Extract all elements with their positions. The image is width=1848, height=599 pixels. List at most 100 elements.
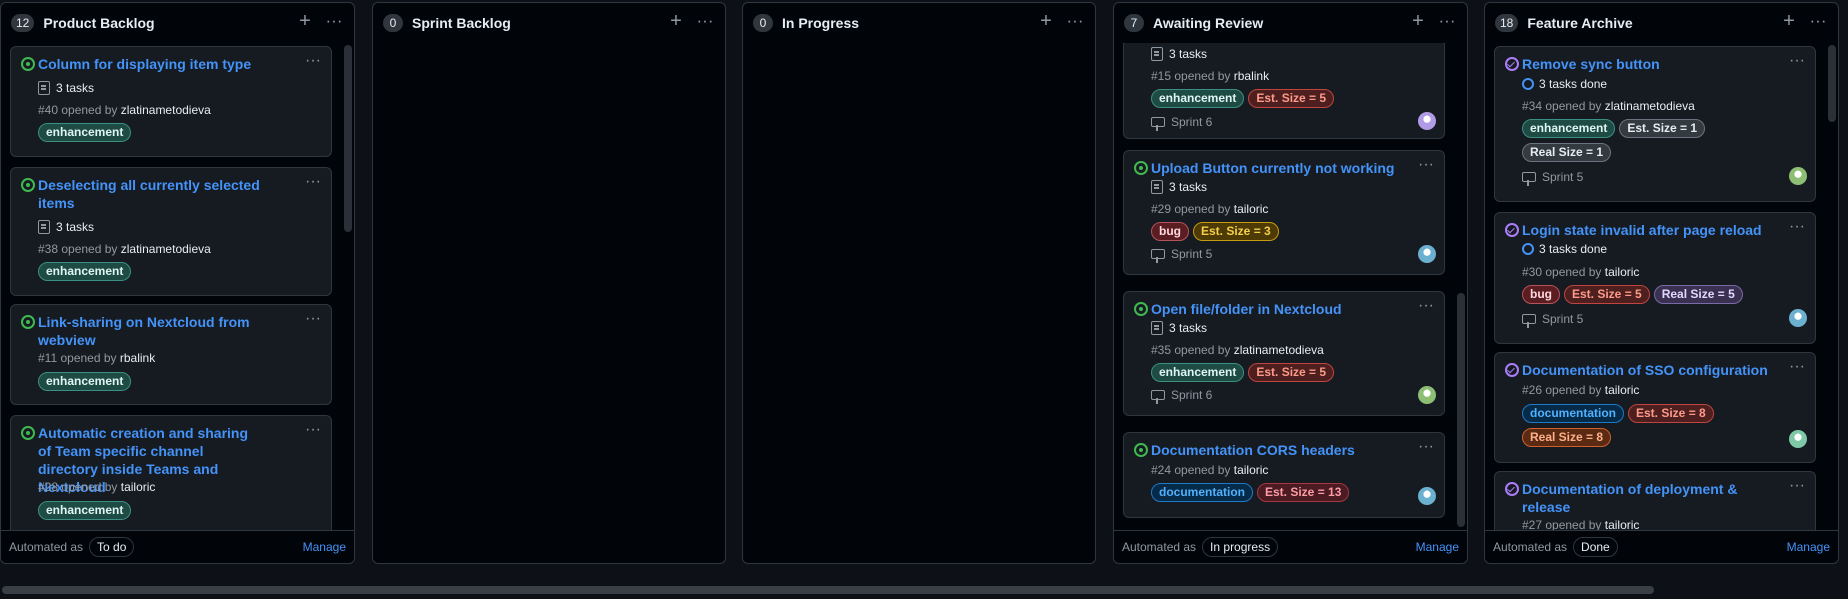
- label-enhancement[interactable]: enhancement: [38, 123, 132, 142]
- board-horizontal-scrollbar[interactable]: [2, 586, 1654, 594]
- add-card-icon[interactable]: +: [665, 11, 687, 33]
- card-title[interactable]: Remove sync button: [1522, 55, 1747, 73]
- label-real-size[interactable]: Real Size = 1: [1522, 143, 1612, 162]
- column-menu-icon[interactable]: ···: [1806, 11, 1830, 33]
- author-link[interactable]: rbalink: [120, 351, 155, 365]
- column-menu-icon[interactable]: ···: [1063, 11, 1087, 33]
- card-title[interactable]: Login state invalid after page reload: [1522, 221, 1772, 239]
- author-link[interactable]: zlatinametodieva: [1605, 99, 1695, 113]
- milestone-icon: [1151, 117, 1165, 131]
- card-menu-icon[interactable]: ···: [1418, 156, 1434, 174]
- author-link[interactable]: tailoric: [1234, 202, 1269, 216]
- assignee-avatar[interactable]: [1418, 245, 1436, 263]
- label-enhancement[interactable]: enhancement: [38, 501, 132, 520]
- card-title[interactable]: Upload Button currently not working: [1151, 159, 1401, 177]
- card-title[interactable]: Column for displaying item type: [38, 55, 263, 73]
- column-awaiting-review: 7 Awaiting Review + ··· 3 tasks #15 open…: [1113, 2, 1468, 564]
- card-title[interactable]: Link-sharing on Nextcloud from webview: [38, 313, 263, 349]
- label-est-size[interactable]: Est. Size = 8: [1628, 404, 1714, 423]
- label-documentation[interactable]: documentation: [1522, 404, 1624, 423]
- manage-automation-link[interactable]: Manage: [1416, 540, 1459, 554]
- author-link[interactable]: tailoric: [1605, 265, 1640, 279]
- label-est-size[interactable]: Est. Size = 5: [1564, 285, 1650, 304]
- card-menu-icon[interactable]: ···: [1789, 477, 1805, 495]
- milestone-icon: [1522, 314, 1536, 328]
- card[interactable]: Upload Button currently not working ··· …: [1123, 150, 1445, 275]
- card[interactable]: Remove sync button ··· 3 tasks done #34 …: [1494, 46, 1816, 202]
- label-enhancement[interactable]: enhancement: [1522, 119, 1616, 138]
- author-link[interactable]: tailoric: [1605, 518, 1640, 530]
- card[interactable]: Documentation of deployment & release ··…: [1494, 471, 1816, 530]
- card-menu-icon[interactable]: ···: [1418, 438, 1434, 456]
- add-card-icon[interactable]: +: [1035, 11, 1057, 33]
- card-menu-icon[interactable]: ···: [1789, 218, 1805, 236]
- label-enhancement[interactable]: enhancement: [38, 372, 132, 391]
- author-link[interactable]: zlatinametodieva: [1234, 343, 1324, 357]
- author-link[interactable]: zlatinametodieva: [121, 103, 211, 117]
- column-menu-icon[interactable]: ···: [322, 11, 346, 33]
- label-est-size[interactable]: Est. Size = 5: [1248, 89, 1335, 108]
- card[interactable]: Column for displaying item type ··· 3 ta…: [10, 46, 332, 157]
- label-est-size[interactable]: Est. Size = 3: [1193, 222, 1279, 241]
- column-menu-icon[interactable]: ···: [693, 11, 717, 33]
- label-enhancement[interactable]: enhancement: [38, 262, 132, 281]
- assignee-avatar[interactable]: [1418, 487, 1436, 505]
- column-scrollbar[interactable]: [344, 45, 352, 232]
- add-card-icon[interactable]: +: [294, 11, 316, 33]
- card-menu-icon[interactable]: ···: [1789, 52, 1805, 70]
- card-title[interactable]: Documentation CORS headers: [1151, 441, 1376, 459]
- author-link[interactable]: zlatinametodieva: [121, 242, 211, 256]
- card-title[interactable]: Documentation of SSO configuration: [1522, 361, 1772, 379]
- card-meta: #28 opened by tailoric: [38, 480, 156, 494]
- card[interactable]: Documentation of SSO configuration ··· #…: [1494, 352, 1816, 463]
- assignee-avatar[interactable]: [1418, 386, 1436, 404]
- card-menu-icon[interactable]: ···: [305, 421, 321, 439]
- card[interactable]: Deselecting all currently selected items…: [10, 167, 332, 296]
- manage-automation-link[interactable]: Manage: [303, 540, 346, 554]
- label-documentation[interactable]: documentation: [1151, 483, 1253, 502]
- author-link[interactable]: tailoric: [1605, 383, 1640, 397]
- author-link[interactable]: tailoric: [1234, 463, 1269, 477]
- column-scrollbar[interactable]: [1828, 45, 1836, 122]
- label-real-size[interactable]: Real Size = 8: [1522, 428, 1612, 447]
- card[interactable]: Automatic creation and sharing of Team s…: [10, 415, 332, 530]
- label-bug[interactable]: bug: [1522, 285, 1560, 304]
- assignee-avatar[interactable]: [1789, 430, 1807, 448]
- card[interactable]: Login state invalid after page reload ··…: [1494, 212, 1816, 344]
- card-menu-icon[interactable]: ···: [1418, 297, 1434, 315]
- card-count-badge: 7: [1124, 14, 1144, 32]
- automation-badge: To do: [89, 537, 135, 557]
- column-cards: [743, 43, 1095, 563]
- author-link[interactable]: tailoric: [121, 480, 156, 494]
- card-title[interactable]: Deselecting all currently selected items: [38, 176, 263, 212]
- label-enhancement[interactable]: enhancement: [1151, 363, 1245, 382]
- card-title[interactable]: Documentation of deployment & release: [1522, 480, 1747, 516]
- card[interactable]: Documentation CORS headers ··· #24 opene…: [1123, 432, 1445, 518]
- label-est-size[interactable]: Est. Size = 5: [1248, 363, 1335, 382]
- assignee-avatar[interactable]: [1789, 167, 1807, 185]
- column-footer: Automated as To do Manage: [1, 530, 354, 563]
- card-menu-icon[interactable]: ···: [305, 52, 321, 70]
- label-est-size[interactable]: Est. Size = 13: [1257, 483, 1350, 502]
- column-footer: Automated as In progress Manage: [1114, 530, 1467, 563]
- card[interactable]: Open file/folder in Nextcloud ··· 3 task…: [1123, 291, 1445, 416]
- label-enhancement[interactable]: enhancement: [1151, 89, 1245, 108]
- column-menu-icon[interactable]: ···: [1435, 11, 1459, 33]
- card[interactable]: Link-sharing on Nextcloud from webview ·…: [10, 304, 332, 405]
- author-link[interactable]: rbalink: [1234, 69, 1269, 83]
- assignee-avatar[interactable]: [1418, 112, 1436, 130]
- add-card-icon[interactable]: +: [1778, 11, 1800, 33]
- column-scrollbar[interactable]: [1457, 293, 1465, 527]
- card-menu-icon[interactable]: ···: [305, 310, 321, 328]
- card[interactable]: 3 tasks #15 opened by rbalink enhancemen…: [1123, 43, 1445, 139]
- card-menu-icon[interactable]: ···: [305, 173, 321, 191]
- label-bug[interactable]: bug: [1151, 222, 1189, 241]
- card-title[interactable]: Open file/folder in Nextcloud: [1151, 300, 1376, 318]
- manage-automation-link[interactable]: Manage: [1787, 540, 1830, 554]
- card-menu-icon[interactable]: ···: [1789, 358, 1805, 376]
- assignee-avatar[interactable]: [1789, 309, 1807, 327]
- label-est-size[interactable]: Est. Size = 1: [1619, 119, 1706, 138]
- card-labels: enhancement: [38, 372, 135, 392]
- label-real-size[interactable]: Real Size = 5: [1653, 285, 1743, 304]
- add-card-icon[interactable]: +: [1407, 11, 1429, 33]
